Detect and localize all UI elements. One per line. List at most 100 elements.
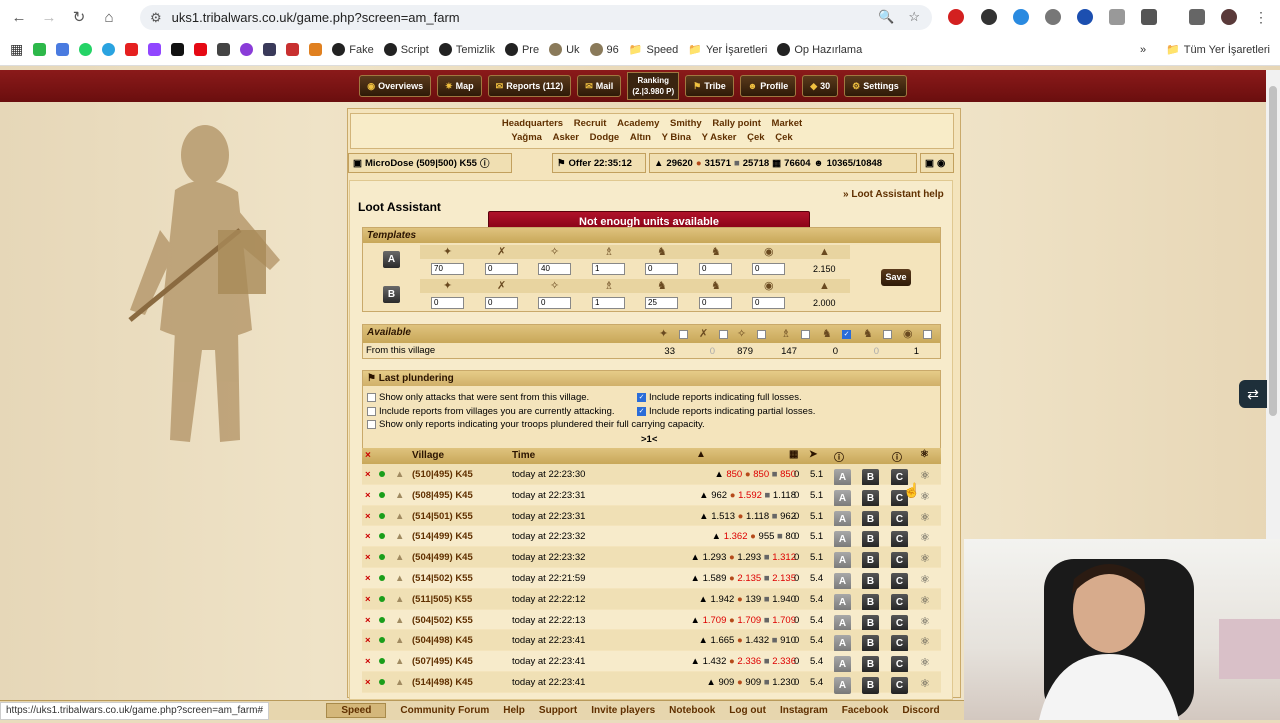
- back-icon[interactable]: ←: [4, 9, 34, 26]
- village-link[interactable]: (510|495) K45: [412, 469, 473, 480]
- template-a-unit-input[interactable]: 0: [485, 263, 518, 275]
- farm-a-button[interactable]: A: [834, 531, 851, 549]
- template-b-unit-input[interactable]: 0: [752, 297, 785, 309]
- extension-dark-icon[interactable]: [981, 9, 997, 25]
- farm-b-button[interactable]: B: [862, 531, 879, 549]
- forward-icon[interactable]: →: [34, 9, 64, 26]
- village-link[interactable]: (507|495) K45: [412, 656, 473, 667]
- village-link[interactable]: (514|502) K55: [412, 573, 473, 584]
- village-link[interactable]: (514|501) K55: [412, 511, 473, 522]
- rally-point-icon[interactable]: ⚛: [920, 531, 930, 544]
- bookmark-pre[interactable]: Pre: [504, 43, 539, 56]
- farm-c-button[interactable]: C: [891, 531, 908, 549]
- building-headquarters[interactable]: Headquarters: [502, 118, 563, 129]
- template-b-unit-input[interactable]: 0: [699, 297, 732, 309]
- available-unit-checkbox[interactable]: ✓: [842, 330, 851, 339]
- reload-icon[interactable]: ↻: [64, 8, 94, 26]
- bookmark-star-icon[interactable]: ☆: [908, 9, 920, 25]
- rally-point-icon[interactable]: ⚛: [920, 469, 930, 482]
- farm-b-button[interactable]: B: [862, 593, 879, 611]
- farm-c-button[interactable]: C: [891, 676, 908, 694]
- building-recruit[interactable]: Recruit: [574, 118, 607, 129]
- checkbox[interactable]: [367, 406, 376, 416]
- address-bar[interactable]: ⚙ uks1.tribalwars.co.uk/game.php?screen=…: [140, 5, 932, 30]
- side-panel-icon[interactable]: ⇄: [1239, 380, 1267, 408]
- delete-report-icon[interactable]: ×: [365, 594, 371, 605]
- delete-report-icon[interactable]: ×: [365, 531, 371, 542]
- bookmark-youtube-icon[interactable]: [125, 43, 139, 56]
- quick-dodge[interactable]: Dodge: [590, 132, 620, 143]
- save-button[interactable]: Save: [881, 269, 911, 286]
- delete-report-icon[interactable]: ×: [365, 469, 371, 480]
- quick-yagma[interactable]: Yağma: [511, 132, 542, 143]
- available-unit-checkbox[interactable]: [757, 330, 766, 339]
- village-link[interactable]: (504|499) K45: [412, 552, 473, 563]
- quick-altin[interactable]: Altın: [630, 132, 651, 143]
- farm-c-button[interactable]: C: [891, 572, 908, 590]
- building-rally-point[interactable]: Rally point: [712, 118, 761, 129]
- village-link[interactable]: (504|502) K55: [412, 615, 473, 626]
- zoom-icon[interactable]: 🔍: [878, 9, 894, 25]
- footer-log-out[interactable]: Log out: [729, 705, 766, 716]
- offer-timer[interactable]: ⚑ Offer 22:35:12: [552, 153, 646, 173]
- quick-y-bina[interactable]: Y Bina: [662, 132, 691, 143]
- farm-a-button[interactable]: A: [834, 656, 851, 674]
- farm-a-button[interactable]: A: [834, 469, 851, 486]
- extensions-puzzle-icon[interactable]: [1141, 9, 1157, 25]
- bookmark-temizlik[interactable]: Temizlik: [438, 43, 495, 56]
- checkbox-checked[interactable]: ✓: [637, 406, 646, 416]
- filter-partial-losses[interactable]: ✓ Include reports indicating partial loss…: [637, 405, 815, 419]
- media-list-icon[interactable]: [1189, 9, 1205, 25]
- building-academy[interactable]: Academy: [617, 118, 659, 129]
- available-unit-checkbox[interactable]: [801, 330, 810, 339]
- template-a-unit-input[interactable]: 0: [699, 263, 732, 275]
- delete-report-icon[interactable]: ×: [365, 656, 371, 667]
- nav-overviews[interactable]: ◉ Overviews: [359, 75, 432, 97]
- village-link[interactable]: (508|495) K45: [412, 490, 473, 501]
- bookmark-whatsapp-icon[interactable]: [79, 43, 93, 56]
- rally-point-icon[interactable]: ⚛: [920, 656, 930, 669]
- bookmark-twitch-icon[interactable]: [148, 43, 162, 56]
- bookmark-netflix-icon[interactable]: [194, 43, 208, 56]
- pager[interactable]: >1<: [641, 434, 657, 445]
- bookmark-kick-icon[interactable]: [171, 43, 185, 56]
- nav-mail[interactable]: ✉ Mail: [577, 75, 622, 97]
- checkbox[interactable]: [367, 392, 376, 402]
- farm-b-button[interactable]: B: [862, 614, 879, 632]
- footer-support[interactable]: Support: [539, 705, 577, 716]
- rally-point-icon[interactable]: ⚛: [920, 573, 930, 586]
- farm-c-button[interactable]: C: [891, 510, 908, 528]
- bookmark-op[interactable]: Op Hazırlama: [777, 43, 862, 56]
- footer-invite-players[interactable]: Invite players: [591, 705, 655, 716]
- farm-a-button[interactable]: A: [834, 510, 851, 528]
- farm-c-button[interactable]: C: [891, 656, 908, 674]
- bookmark-orange-icon[interactable]: [309, 43, 323, 56]
- nav-reports[interactable]: ✉ Reports (112): [487, 75, 572, 97]
- farm-b-button[interactable]: B: [862, 469, 879, 486]
- footer-help[interactable]: Help: [503, 705, 525, 716]
- farm-c-button[interactable]: C: [891, 593, 908, 611]
- farm-b-button[interactable]: B: [862, 656, 879, 674]
- col-time[interactable]: Time: [512, 450, 535, 461]
- all-bookmarks[interactable]: 📁 Tüm Yer İşaretleri: [1166, 43, 1270, 57]
- nav-settings[interactable]: ⚙ Settings: [844, 75, 907, 97]
- template-a-unit-input[interactable]: 70: [431, 263, 464, 275]
- footer-discord[interactable]: Discord: [902, 705, 939, 716]
- village-selector[interactable]: ▣ MicroDose (509|500) K55 ⓘ: [348, 153, 512, 173]
- delete-report-icon[interactable]: ×: [365, 511, 371, 522]
- template-b-unit-input[interactable]: 0: [538, 297, 571, 309]
- checkbox-checked[interactable]: ✓: [637, 392, 646, 402]
- extension-blue2-icon[interactable]: [1077, 9, 1093, 25]
- nav-ranking[interactable]: Ranking (2.|3.980 P): [627, 72, 680, 100]
- farm-a-button[interactable]: A: [834, 489, 851, 507]
- footer-instagram[interactable]: Instagram: [780, 705, 828, 716]
- bookmark-purple-icon[interactable]: [240, 43, 254, 56]
- delete-report-icon[interactable]: ×: [365, 635, 371, 646]
- rally-point-icon[interactable]: ⚛: [920, 594, 930, 607]
- rally-point-icon[interactable]: ⚛: [920, 615, 930, 628]
- village-link[interactable]: (514|498) K45: [412, 677, 473, 688]
- village-link[interactable]: (511|505) K55: [412, 594, 472, 605]
- footer-speed[interactable]: Speed: [326, 703, 387, 718]
- bookmark-notion-icon[interactable]: [217, 43, 231, 56]
- bookmark-k-icon[interactable]: [33, 43, 47, 56]
